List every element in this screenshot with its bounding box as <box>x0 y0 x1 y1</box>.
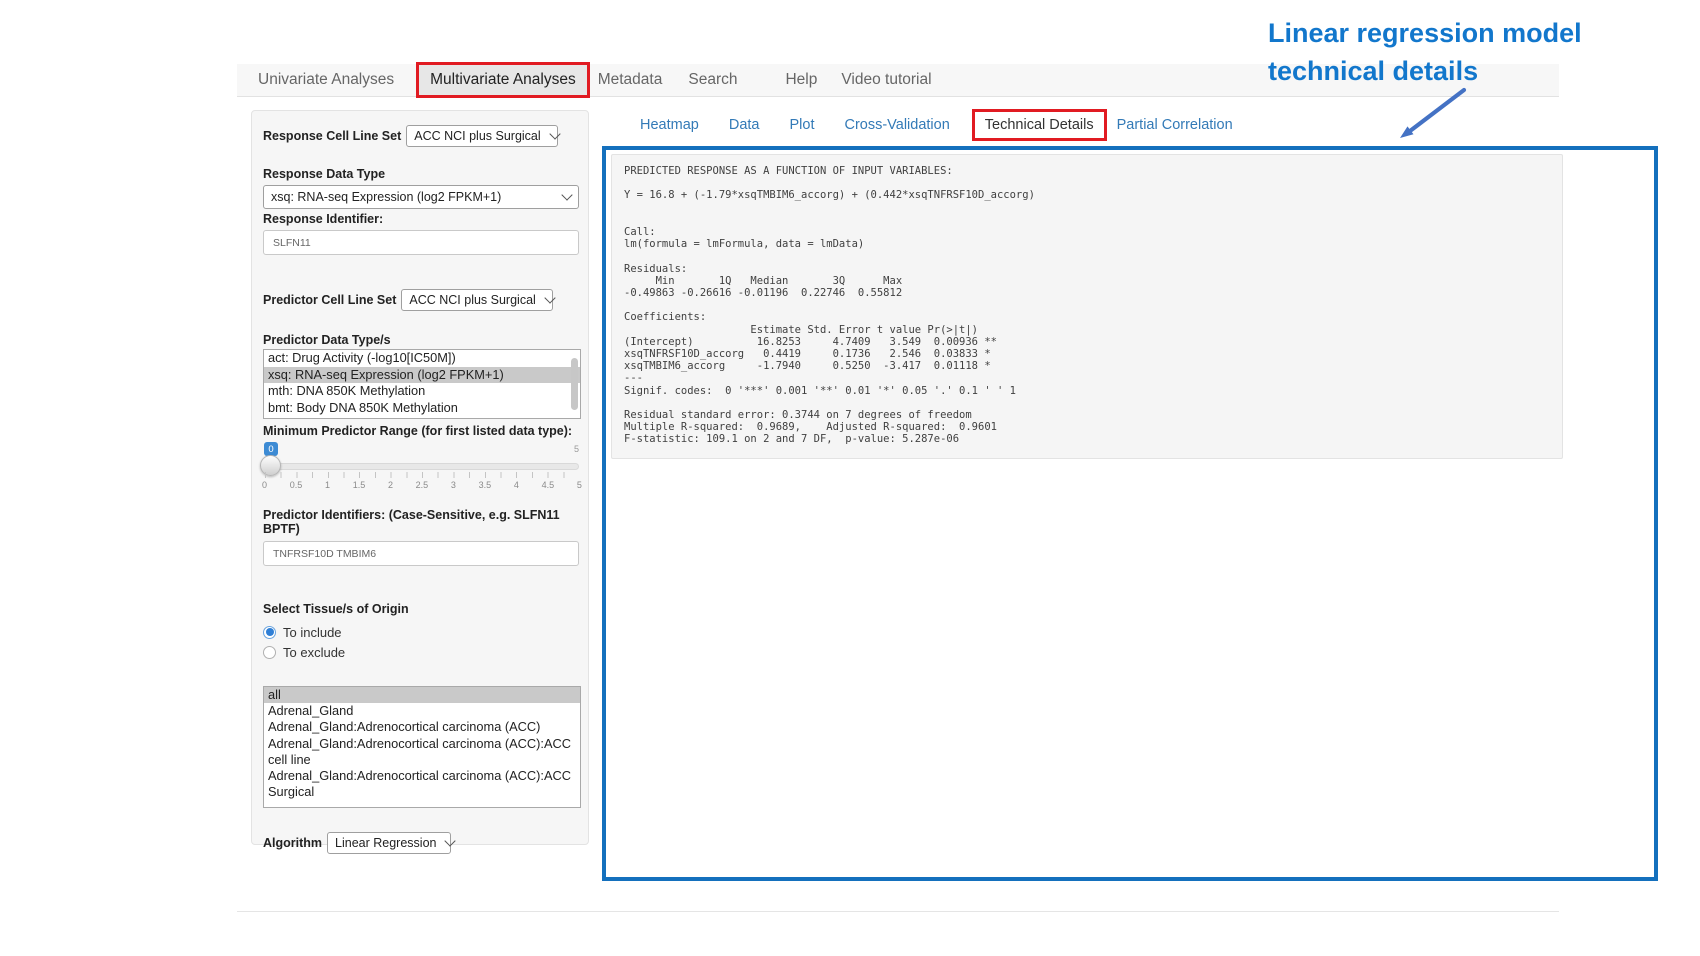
tab-partial-correlation[interactable]: Partial Correlation <box>1117 117 1233 133</box>
tissue-origin-label: Select Tissue/s of Origin <box>263 602 577 616</box>
response-cell-line-set-row: Response Cell Line Set ACC NCI plus Surg… <box>263 125 577 147</box>
predictor-identifiers-label-line2: BPTF) <box>263 522 577 536</box>
predictor-cell-line-set-select[interactable]: ACC NCI plus Surgical <box>401 289 553 311</box>
slider-track[interactable] <box>265 463 579 470</box>
tab-plot[interactable]: Plot <box>789 117 814 133</box>
list-item[interactable]: bmt: Body DNA 850K Methylation <box>264 400 580 417</box>
tick-label: 0 <box>262 480 267 490</box>
algorithm-value: Linear Regression <box>335 836 436 850</box>
slider-tick-marks <box>265 472 579 478</box>
predictor-identifiers-input[interactable]: TNFRSF10D TMBIM6 <box>263 541 579 566</box>
bottom-divider <box>237 911 1559 912</box>
tick-label: 2 <box>388 480 393 490</box>
scrollbar-thumb[interactable] <box>571 358 578 410</box>
predictor-data-types-label: Predictor Data Type/s <box>263 333 577 347</box>
tick-label: 1.5 <box>353 480 366 490</box>
response-data-type-select[interactable]: xsq: RNA-seq Expression (log2 FPKM+1) <box>263 185 579 209</box>
nav-search[interactable]: Search <box>688 71 737 89</box>
response-data-type-label: Response Data Type <box>263 167 577 181</box>
response-cell-line-set-label: Response Cell Line Set <box>263 129 401 143</box>
tick-label: 4 <box>514 480 519 490</box>
list-item[interactable]: Adrenal_Gland <box>264 703 580 719</box>
nav-multivariate-analyses[interactable]: Multivariate Analyses <box>416 62 590 98</box>
tab-heatmap[interactable]: Heatmap <box>640 117 699 133</box>
r-model-summary: PREDICTED RESPONSE AS A FUNCTION OF INPU… <box>611 154 1563 459</box>
predictor-cell-line-set-label: Predictor Cell Line Set <box>263 293 396 307</box>
chevron-down-icon <box>445 835 456 846</box>
technical-details-panel: PREDICTED RESPONSE AS A FUNCTION OF INPU… <box>602 146 1658 881</box>
response-identifier-input[interactable]: SLFN11 <box>263 230 579 255</box>
list-item[interactable]: Adrenal_Gland:Adrenocortical carcinoma (… <box>264 736 580 768</box>
nav-video-tutorial[interactable]: Video tutorial <box>841 71 931 89</box>
min-predictor-range-slider[interactable]: 0 5 0 0.5 1 1.5 2 2.5 3 3.5 4 4.5 5 <box>265 442 579 496</box>
nav-univariate-analyses[interactable]: Univariate Analyses <box>258 71 394 89</box>
slider-max-label: 5 <box>574 444 579 454</box>
tick-label: 3 <box>451 480 456 490</box>
sidebar-panel: Response Cell Line Set ACC NCI plus Surg… <box>251 110 589 845</box>
annotation-arrow-icon <box>1388 84 1478 148</box>
annotation-callout: Linear regression model technical detail… <box>1268 14 1582 90</box>
page: Linear regression model technical detail… <box>0 0 1700 956</box>
min-predictor-range-label: Minimum Predictor Range (for first liste… <box>263 424 577 438</box>
chevron-down-icon <box>561 189 572 200</box>
algorithm-select[interactable]: Linear Regression <box>327 832 451 854</box>
predictor-identifiers-value: TNFRSF10D TMBIM6 <box>273 548 376 560</box>
nav-help[interactable]: Help <box>785 71 817 89</box>
list-item-selected[interactable]: xsq: RNA-seq Expression (log2 FPKM+1) <box>264 367 580 384</box>
list-item[interactable]: mth: DNA 850K Methylation <box>264 383 580 400</box>
predictor-identifiers-label: Predictor Identifiers: (Case-Sensitive, … <box>263 508 577 536</box>
predictor-cell-line-set-row: Predictor Cell Line Set ACC NCI plus Sur… <box>263 289 577 311</box>
algorithm-label: Algorithm <box>263 836 322 850</box>
slider-tick-labels: 0 0.5 1 1.5 2 2.5 3 3.5 4 4.5 5 <box>262 480 582 490</box>
chevron-down-icon <box>544 292 555 303</box>
annotation-line1: Linear regression model <box>1268 14 1582 52</box>
tick-label: 0.5 <box>290 480 303 490</box>
list-item[interactable]: Adrenal_Gland:Adrenocortical carcinoma (… <box>264 719 580 735</box>
tissue-origin-listbox: all Adrenal_Gland Adrenal_Gland:Adrenoco… <box>263 686 581 808</box>
tick-label: 5 <box>577 480 582 490</box>
tab-data[interactable]: Data <box>729 117 760 133</box>
response-identifier-value: SLFN11 <box>273 237 311 249</box>
predictor-cell-line-set-value: ACC NCI plus Surgical <box>409 293 535 307</box>
response-cell-line-set-select[interactable]: ACC NCI plus Surgical <box>406 125 558 147</box>
tissue-include-label: To include <box>283 625 342 640</box>
radio-selected-icon <box>263 626 276 639</box>
chevron-down-icon <box>549 128 560 139</box>
tab-technical-details[interactable]: Technical Details <box>972 109 1107 141</box>
list-item[interactable]: Adrenal_Gland:Adrenocortical carcinoma (… <box>264 768 580 800</box>
response-data-type-value: xsq: RNA-seq Expression (log2 FPKM+1) <box>271 190 501 204</box>
list-item-selected[interactable]: all <box>264 687 580 703</box>
tab-cross-validation[interactable]: Cross-Validation <box>844 117 949 133</box>
response-identifier-label: Response Identifier: <box>263 212 577 226</box>
result-tabs: Heatmap Data Plot Cross-Validation Techn… <box>640 108 1263 142</box>
response-cell-line-set-value: ACC NCI plus Surgical <box>414 129 540 143</box>
tissue-exclude-label: To exclude <box>283 645 345 660</box>
slider-value-bubble: 0 <box>264 442 278 456</box>
list-item[interactable]: act: Drug Activity (-log10[IC50M]) <box>264 350 580 367</box>
tissue-exclude-radio[interactable]: To exclude <box>263 642 577 662</box>
predictor-data-types-listbox: act: Drug Activity (-log10[IC50M]) xsq: … <box>263 349 581 419</box>
radio-unselected-icon <box>263 646 276 659</box>
predictor-identifiers-label-line1: Predictor Identifiers: (Case-Sensitive, … <box>263 508 577 522</box>
tissue-include-radio[interactable]: To include <box>263 622 577 642</box>
tick-label: 1 <box>325 480 330 490</box>
tick-label: 3.5 <box>479 480 492 490</box>
tick-label: 4.5 <box>542 480 555 490</box>
tick-label: 2.5 <box>416 480 429 490</box>
algorithm-row: Algorithm Linear Regression <box>263 832 577 854</box>
nav-metadata[interactable]: Metadata <box>598 71 663 89</box>
